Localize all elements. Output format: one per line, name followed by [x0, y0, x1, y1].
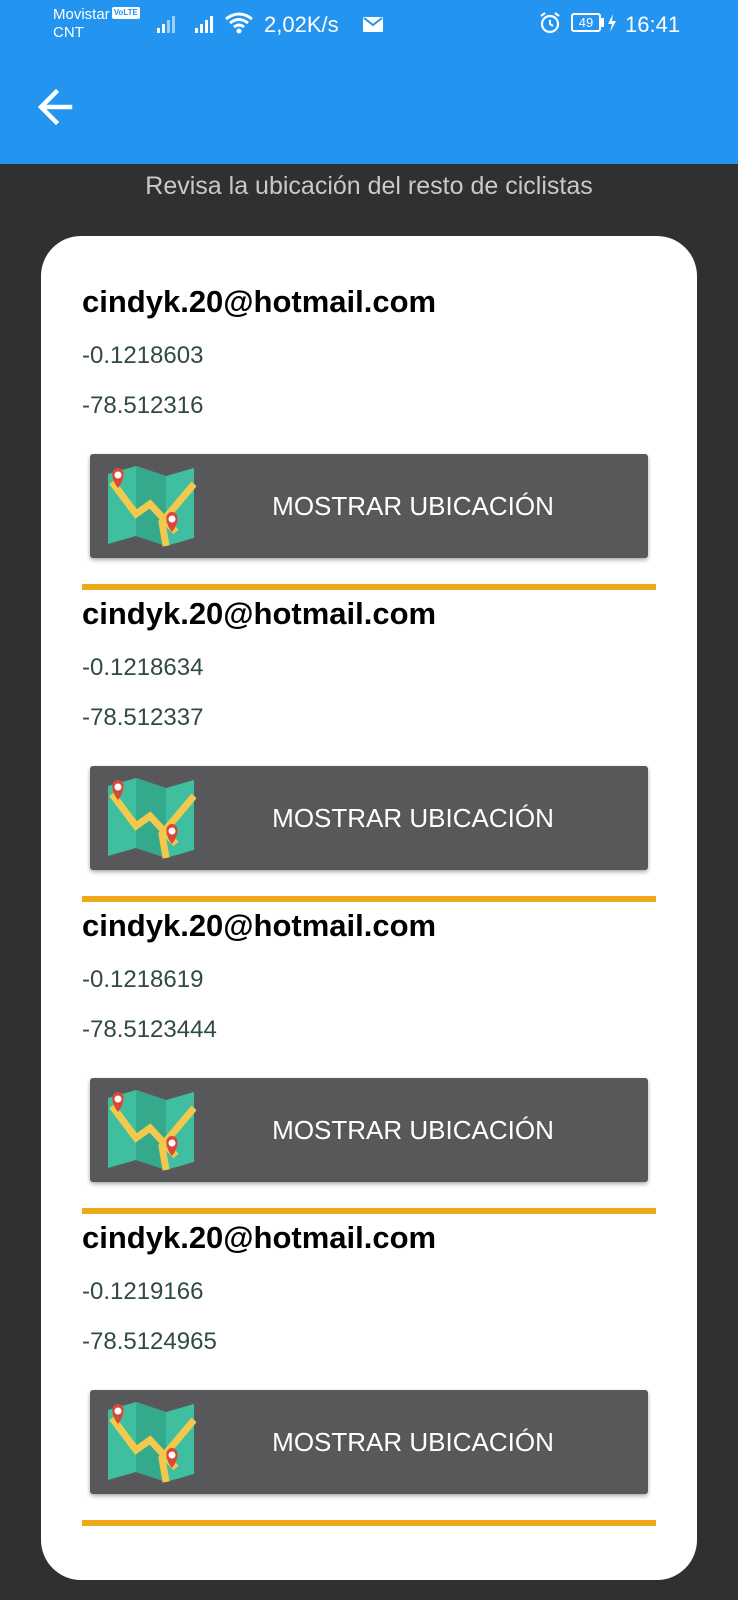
map-icon — [108, 1402, 196, 1483]
cyclist-latitude: -0.1218619 — [82, 966, 204, 993]
volte-badge: VoLTE — [111, 7, 140, 19]
wifi-icon — [225, 12, 253, 34]
page-subtitle: Revisa la ubicación del resto de ciclist… — [145, 172, 593, 200]
cyclist-latitude: -0.1218603 — [82, 342, 204, 369]
cyclist-longitude: -78.512337 — [82, 704, 204, 731]
battery-tip — [601, 18, 604, 27]
cyclist-longitude: -78.5123444 — [82, 1016, 217, 1043]
app-bar — [0, 49, 738, 164]
mail-icon — [363, 17, 383, 32]
network-speed: 2,02K/s — [264, 12, 339, 37]
clock: 16:41 — [625, 12, 681, 37]
map-icon — [108, 1090, 196, 1171]
show-location-label: MOSTRAR UBICACIÓN — [272, 491, 554, 521]
cyclist-entry: cindyk.20@hotmail.com -0.1218619 -78.512… — [41, 860, 697, 1214]
show-location-button[interactable]: MOSTRAR UBICACIÓN — [90, 1078, 648, 1182]
show-location-label: MOSTRAR UBICACIÓN — [272, 803, 554, 833]
map-icon — [108, 466, 196, 547]
carrier-name: Movistar — [53, 6, 110, 23]
carrier-info: Movistar VoLTE CNT — [53, 6, 140, 42]
cyclist-email: cindyk.20@hotmail.com — [82, 596, 437, 631]
cyclist-email: cindyk.20@hotmail.com — [82, 1220, 437, 1255]
cyclist-latitude: -0.1219166 — [82, 1278, 204, 1305]
show-location-label: MOSTRAR UBICACIÓN — [272, 1427, 554, 1457]
status-bar: Movistar VoLTE CNT 2,02K/s 49 16:41 — [0, 0, 738, 49]
alarm-icon — [540, 12, 560, 34]
cyclist-longitude: -78.512316 — [82, 392, 204, 419]
cyclists-card: cindyk.20@hotmail.com -0.1218603 -78.512… — [41, 236, 697, 1580]
show-location-label: MOSTRAR UBICACIÓN — [272, 1115, 554, 1145]
cyclist-email: cindyk.20@hotmail.com — [82, 284, 437, 319]
cyclist-longitude: -78.5124965 — [82, 1328, 217, 1355]
map-icon — [108, 778, 196, 859]
cyclist-latitude: -0.1218634 — [82, 654, 204, 681]
show-location-button[interactable]: MOSTRAR UBICACIÓN — [90, 1390, 648, 1494]
cyclist-entry: cindyk.20@hotmail.com -0.1218634 -78.512… — [41, 548, 697, 902]
cyclist-entry: cindyk.20@hotmail.com -0.1219166 -78.512… — [41, 1172, 697, 1526]
charging-bolt-icon — [608, 14, 616, 32]
cyclist-email: cindyk.20@hotmail.com — [82, 908, 437, 943]
arrow-back-icon[interactable] — [30, 79, 86, 135]
signal-strength-icon — [195, 16, 213, 33]
show-location-button[interactable]: MOSTRAR UBICACIÓN — [90, 454, 648, 558]
signal-strength-icon — [157, 16, 175, 33]
entry-divider — [82, 1520, 656, 1526]
battery-indicator: 49 — [571, 13, 601, 32]
show-location-button[interactable]: MOSTRAR UBICACIÓN — [90, 766, 648, 870]
carrier-name-secondary: CNT — [53, 24, 84, 41]
cyclist-entry: cindyk.20@hotmail.com -0.1218603 -78.512… — [41, 236, 697, 590]
